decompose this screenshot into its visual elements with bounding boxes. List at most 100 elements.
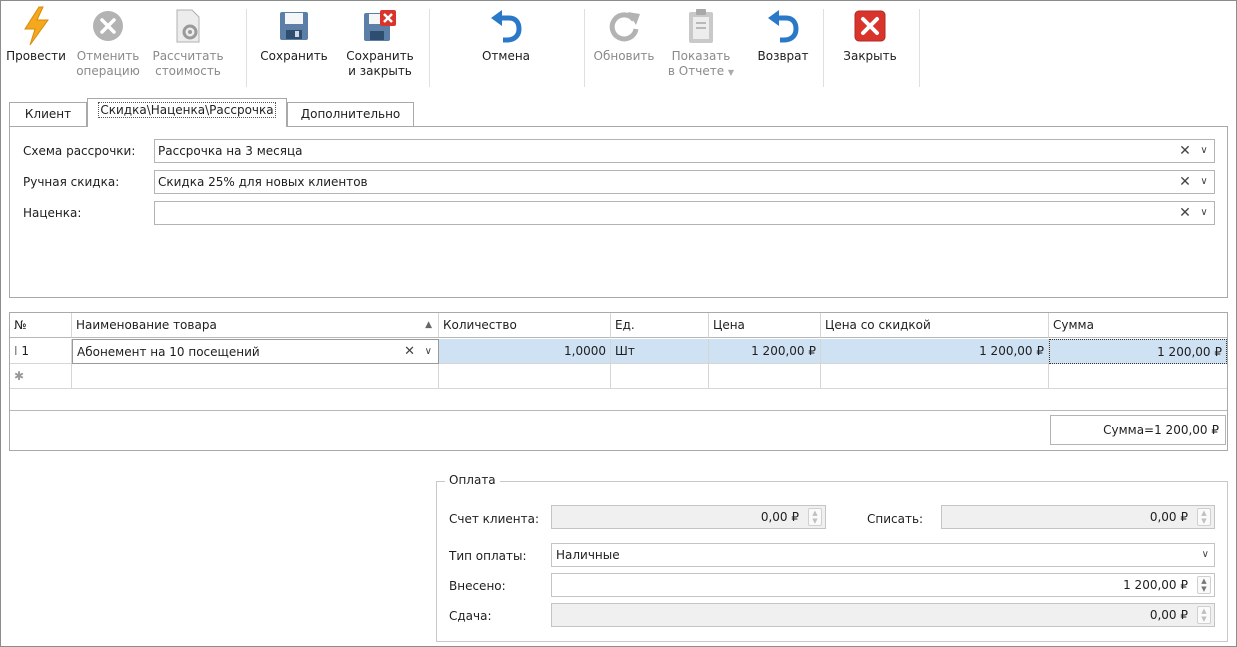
calculate-cost-button[interactable]: Рассчитать стоимость [148,1,228,91]
new-row-cell[interactable] [611,364,709,389]
paid-field[interactable]: 1 200,00 ₽ ▲ ▼ [551,573,1215,597]
writeoff-value: 0,00 ₽ [1149,510,1188,524]
spin-icon[interactable]: ▲ ▼ [808,508,822,526]
payment-type-select[interactable]: Наличные ∨ [551,543,1215,567]
chevron-down-icon[interactable]: ∨ [1202,544,1209,566]
discount-combo[interactable]: Скидка 25% для новых клиентов ✕ ∨ [154,170,1215,194]
post-button[interactable]: Провести [3,1,69,91]
paid-value: 1 200,00 ₽ [1123,578,1188,592]
close-icon [850,3,890,49]
installment-value: Рассрочка на 3 месяца [158,144,303,158]
chevron-down-icon[interactable]: ∨ [1196,143,1212,159]
floppy-disk-icon [274,3,314,49]
column-header-price[interactable]: Цена [709,313,821,338]
tab-additional[interactable]: Дополнительно [287,102,414,126]
lightning-icon [16,3,56,49]
price-cell[interactable]: 1 200,00 ₽ [709,339,821,364]
column-header-name-label: Наименование товара [76,318,217,332]
refresh-button[interactable]: Обновить [591,1,657,91]
column-header-discount-price[interactable]: Цена со скидкой [821,313,1049,338]
return-button[interactable]: Возврат [753,1,813,91]
tab-client[interactable]: Клиент [9,102,87,126]
discount-price-cell[interactable]: 1 200,00 ₽ [821,339,1049,364]
product-name-value: Абонемент на 10 посещений [77,345,260,359]
new-row-indicator[interactable]: ✱ [10,364,72,389]
markup-row: Наценка: ✕ ∨ [10,201,1229,225]
row-number: 1 [21,344,30,358]
document-gear-icon [168,3,208,49]
sort-ascending-icon: ▲ [425,320,432,330]
unit-cell[interactable]: Шт [611,339,709,364]
toolbar-separator [823,9,824,87]
floppy-close-icon [360,3,400,49]
table-row[interactable]: I 1 [10,339,72,364]
payment-group: Оплата Счет клиента: 0,00 ₽ ▲ ▼ Списать: … [436,473,1228,642]
new-row-cell[interactable] [72,364,439,389]
markup-combo[interactable]: ✕ ∨ [154,201,1215,225]
change-label: Сдача: [449,609,492,623]
chevron-down-icon[interactable]: ∨ [1196,174,1212,190]
installment-combo[interactable]: Рассрочка на 3 месяца ✕ ∨ [154,139,1215,163]
tab-discount-markup-installment[interactable]: Скидка\Наценка\Рассрочка [87,98,287,127]
column-header-sum[interactable]: Сумма [1049,313,1227,338]
discount-label: Ручная скидка: [23,175,120,189]
toolbar-separator [246,9,247,87]
clear-icon[interactable]: ✕ [1177,143,1193,159]
new-row-cell[interactable] [709,364,821,389]
column-header-unit[interactable]: Ед. [611,313,709,338]
new-row-cell[interactable] [1049,364,1227,389]
text-cursor-icon: I [14,344,18,358]
undo-button[interactable]: Отмена [471,1,541,91]
save-and-close-button[interactable]: Сохранить и закрыть [339,1,421,91]
clear-icon[interactable]: ✕ [1177,174,1193,190]
column-header-number[interactable]: № [10,313,72,338]
cancel-circle-icon [88,3,128,49]
asterisk-icon: ✱ [14,369,25,383]
toolbar: Провести Отменить операцию Рассчитать ст… [1,1,1235,91]
toolbar-separator [429,9,430,87]
installment-row: Схема рассрочки: Рассрочка на 3 месяца ✕… [10,139,1229,163]
clear-icon[interactable]: ✕ [1177,205,1193,221]
clear-icon[interactable]: ✕ [404,340,415,363]
discount-value: Скидка 25% для новых клиентов [158,175,368,189]
sum-cell[interactable]: 1 200,00 ₽ [1049,339,1227,364]
spin-icon[interactable]: ▲ ▼ [1197,576,1211,594]
close-button[interactable]: Закрыть [835,1,905,91]
quantity-cell[interactable]: 1,0000 [439,339,611,364]
tab-panel: Схема рассрочки: Рассрочка на 3 месяца ✕… [9,126,1228,298]
undo-arrow-icon [486,3,526,49]
show-in-report-label: в Отчете [667,64,725,78]
account-value: 0,00 ₽ [760,510,799,524]
items-grid: № Наименование товара ▲ Количество Ед. Ц… [9,312,1228,451]
payment-type-value: Наличные [556,548,620,562]
change-value: 0,00 ₽ [1149,608,1188,622]
account-label: Счет клиента: [449,512,539,526]
payment-group-title: Оплата [445,473,500,487]
column-header-quantity[interactable]: Количество [439,313,611,338]
column-header-name[interactable]: Наименование товара ▲ [72,313,439,338]
writeoff-field[interactable]: 0,00 ₽ ▲ ▼ [941,505,1215,529]
chevron-down-icon[interactable]: ∨ [1196,205,1212,221]
cancel-operation-button[interactable]: Отменить операцию [73,1,143,91]
account-field[interactable]: 0,00 ₽ ▲ ▼ [551,505,826,529]
new-row-cell[interactable] [821,364,1049,389]
clipboard-icon [681,3,721,49]
product-name-editor[interactable]: Абонемент на 10 посещений ✕ ∨ [72,339,439,364]
tab-additional-label: Дополнительно [300,107,401,121]
tab-discount-label: Скидка\Наценка\Рассрочка [98,102,276,118]
chevron-down-icon: ▼ [727,68,735,77]
show-in-report-button[interactable]: Показать в Отчете ▼ [663,1,739,91]
chevron-down-icon[interactable]: ∨ [425,340,432,363]
tab-client-label: Клиент [24,107,72,121]
toolbar-separator [584,9,585,87]
save-button[interactable]: Сохранить [255,1,333,91]
payment-type-label: Тип оплаты: [449,549,527,563]
discount-row: Ручная скидка: Скидка 25% для новых клие… [10,170,1229,194]
footer-divider [10,410,1227,411]
spin-icon[interactable]: ▲ ▼ [1197,606,1211,624]
change-field[interactable]: 0,00 ₽ ▲ ▼ [551,603,1215,627]
paid-label: Внесено: [449,579,506,593]
spin-icon[interactable]: ▲ ▼ [1197,508,1211,526]
writeoff-label: Списать: [867,512,924,526]
new-row-cell[interactable] [439,364,611,389]
